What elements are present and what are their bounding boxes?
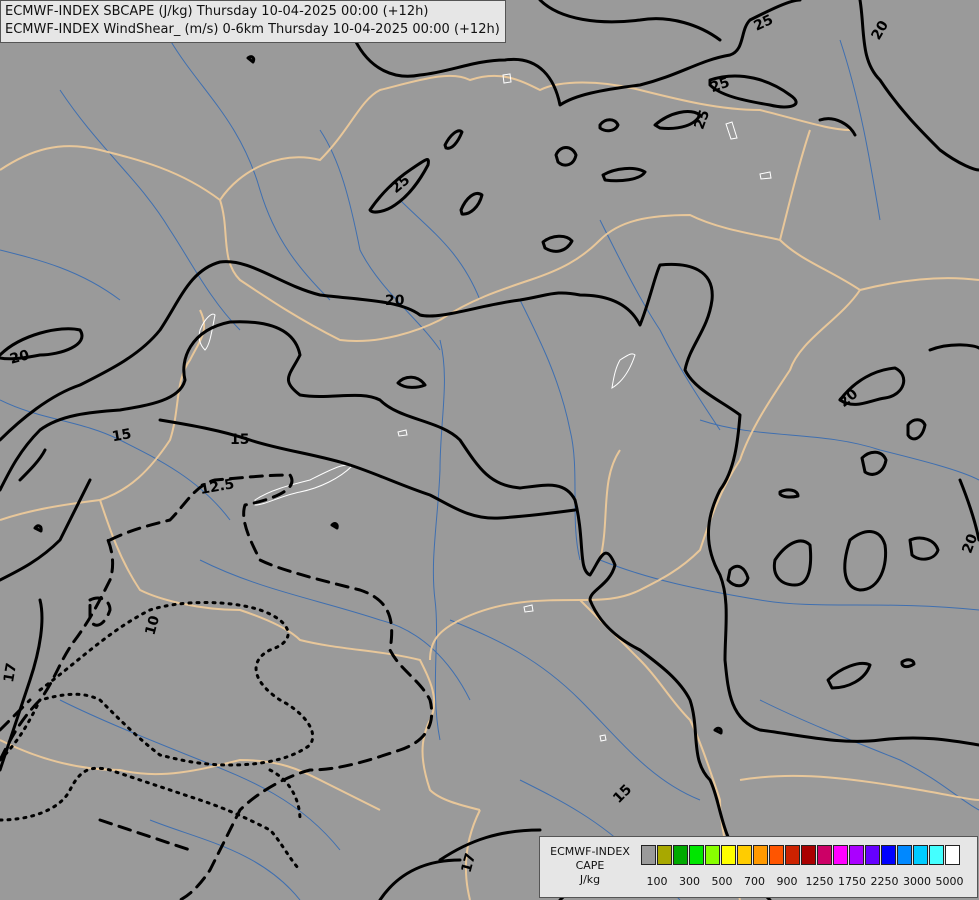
legend-tick-label: 1250 [805, 875, 834, 888]
legend-title-line2: CAPE [575, 859, 605, 872]
legend-swatch [897, 845, 912, 865]
legend-swatches [641, 845, 961, 865]
legend-swatch [865, 845, 880, 865]
legend-swatch [689, 845, 704, 865]
contour-label: 20 [385, 293, 405, 309]
legend-title-line3: J/kg [579, 873, 601, 886]
contour-label: 17 [1, 662, 20, 684]
legend-swatch [849, 845, 864, 865]
legend-swatch [737, 845, 752, 865]
legend-swatch [721, 845, 736, 865]
legend-swatch [801, 845, 816, 865]
legend-swatch [817, 845, 832, 865]
legend-swatch [641, 845, 656, 865]
legend-swatch [657, 845, 672, 865]
legend-swatch [913, 845, 928, 865]
legend-tick-label: 2250 [870, 875, 899, 888]
legend-tick-label: 3000 [903, 875, 931, 888]
contour-label: 15 [111, 426, 133, 445]
legend-swatch [673, 845, 688, 865]
title-windshear: ECMWF-INDEX WindShear_ (m/s) 0-6km Thurs… [5, 22, 500, 37]
legend-tick-label: 1750 [838, 875, 866, 888]
legend-title-line1: ECMWF-INDEX [550, 845, 630, 858]
legend-swatch [785, 845, 800, 865]
legend-swatch [945, 845, 960, 865]
legend-swatch [881, 845, 896, 865]
legend-swatch [705, 845, 720, 865]
map-title-box: ECMWF-INDEX SBCAPE (J/kg) Thursday 10-04… [0, 0, 506, 43]
map-canvas: 25 25 25 25 20 20 20 20 20 15 15 15 12.5… [0, 0, 979, 900]
cape-legend: ECMWF-INDEX CAPE J/kg 100 300 500 700 900 125… [539, 836, 978, 898]
legend-swatch [833, 845, 848, 865]
legend-tick-label: 100 [646, 875, 668, 888]
contour-label: 15 [230, 432, 249, 448]
title-sbcape: ECMWF-INDEX SBCAPE (J/kg) Thursday 10-04… [5, 4, 429, 19]
legend-tick-label: 900 [776, 875, 798, 888]
legend-swatch [769, 845, 784, 865]
legend-swatch [753, 845, 768, 865]
legend-tick-label: 300 [679, 875, 700, 888]
legend-tick-label: 5000 [935, 875, 964, 888]
legend-swatch [929, 845, 944, 865]
legend-tick-label: 500 [711, 875, 733, 888]
legend-title: ECMWF-INDEX CAPE J/kg [544, 845, 636, 887]
legend-ticks: 100 300 500 700 900 1250 1750 2250 3000 5000 [641, 875, 971, 889]
legend-tick-label: 700 [744, 875, 765, 888]
